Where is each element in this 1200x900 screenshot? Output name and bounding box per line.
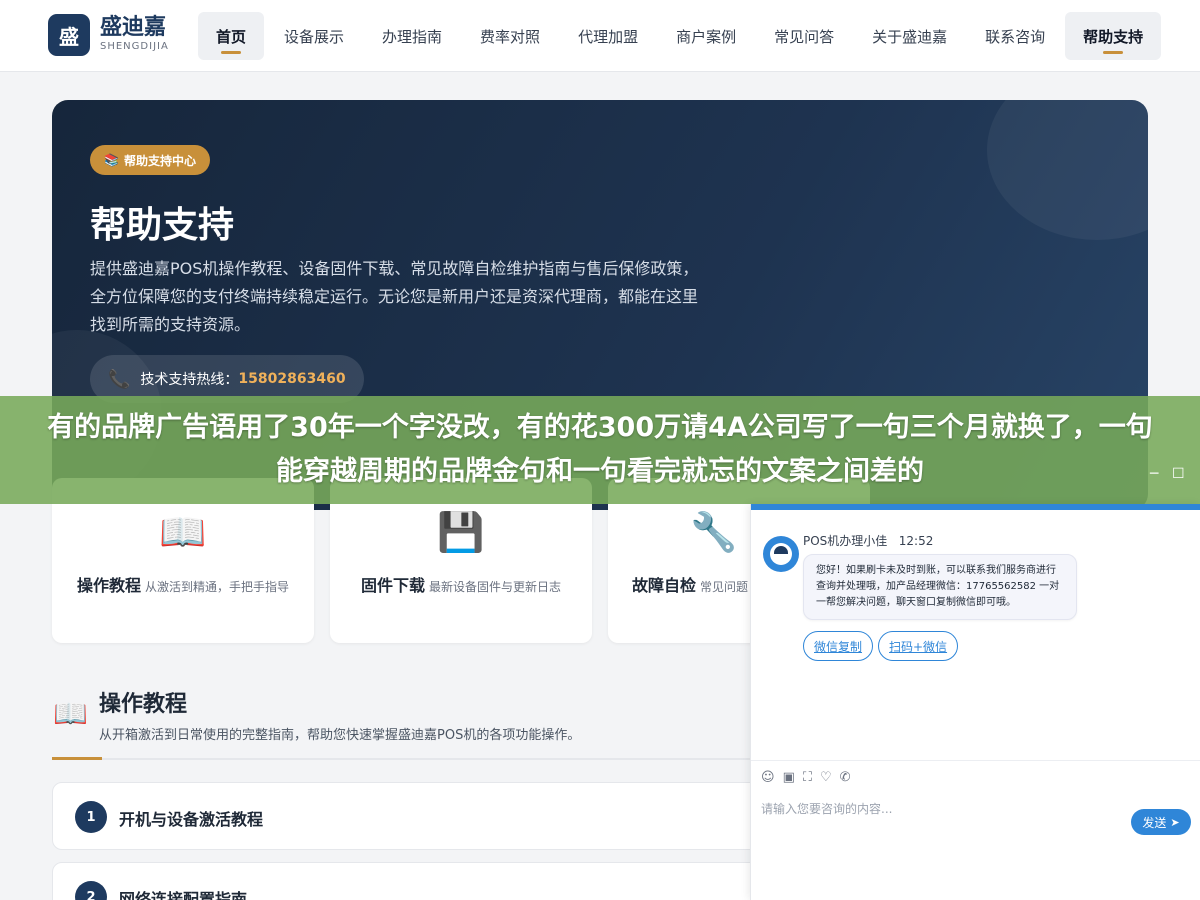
- card-desc: 常见问题: [700, 580, 749, 594]
- chat-header-bar: [751, 504, 1200, 510]
- brand-logo[interactable]: 盛 盛迪嘉 SHENGDIJIA: [48, 14, 169, 56]
- hero-title: 帮助支持: [90, 205, 235, 246]
- phone-icon: 📞: [108, 368, 131, 390]
- message-bubble: 您好！如果刷卡未及时到账，可以联系我们服务商进行查询并处理哦，加产品经理微信：1…: [803, 554, 1077, 620]
- logo-badge: 盛: [48, 14, 90, 56]
- item-title: 开机与设备激活教程: [119, 810, 264, 829]
- section-title: 操作教程: [99, 692, 188, 717]
- hero-badge-label: 帮助支持中心: [123, 153, 196, 168]
- nav-item-faq[interactable]: 常见问答: [756, 12, 852, 60]
- book-icon: 📖: [159, 510, 207, 554]
- floppy-disk-icon: 💾: [437, 510, 485, 554]
- overlay-banner: 有的品牌广告语用了30年一个字没改，有的花300万请4A公司写了一句三个月就换了…: [0, 396, 1200, 504]
- card-title: 故障自检: [632, 576, 697, 595]
- hero-description: 提供盛迪嘉POS机操作教程、设备固件下载、常见故障自检维护指南与售后保修政策，全…: [90, 259, 699, 334]
- section-subtitle: 从开箱激活到日常使用的完整指南，帮助您快速掌握盛迪嘉POS机的各项功能操作。: [99, 728, 581, 743]
- nav-item-rates[interactable]: 费率对照: [462, 12, 558, 60]
- hotline-label: 技术支持热线：: [140, 372, 239, 388]
- section-divider-accent: [52, 757, 102, 760]
- scan-wechat-button[interactable]: 扫码+微信: [878, 631, 959, 661]
- copy-wechat-button[interactable]: 微信复制: [803, 631, 874, 661]
- chat-toolbar: ☺ ▣ ⛶ ♡ ✆: [761, 770, 859, 785]
- hotline-number[interactable]: 15802863460: [238, 371, 345, 387]
- agent-meta: POS机办理小佳 12:52: [803, 532, 933, 549]
- item-number: 2: [75, 881, 107, 900]
- chat-input[interactable]: 请输入您要咨询的内容...: [761, 800, 892, 817]
- brand-name-en: SHENGDIJIA: [100, 41, 169, 52]
- maximize-icon[interactable]: ☐: [1172, 466, 1185, 482]
- screenshot-icon[interactable]: ⛶: [803, 770, 812, 785]
- main-nav: 首页 设备展示 办理指南 费率对照 代理加盟 商户案例 常见问答 关于盛迪嘉 联…: [198, 12, 1163, 60]
- item-title: 网络连接配置指南: [119, 890, 248, 900]
- rating-icon[interactable]: ♡: [820, 770, 832, 785]
- brand-name: 盛迪嘉: [100, 15, 167, 40]
- hero-decor-circle: [987, 100, 1148, 240]
- open-book-icon: 📖: [53, 697, 88, 730]
- image-icon[interactable]: ▣: [783, 770, 795, 785]
- agent-name: POS机办理小佳: [803, 534, 888, 548]
- nav-item-agency[interactable]: 代理加盟: [560, 12, 656, 60]
- card-desc: 从激活到精通，手把手指导: [145, 580, 290, 594]
- card-title: 操作教程: [76, 576, 141, 595]
- card-title: 固件下载: [360, 576, 425, 595]
- nav-item-guide[interactable]: 办理指南: [364, 12, 460, 60]
- card-desc: 最新设备固件与更新日志: [429, 580, 562, 594]
- nav-item-home[interactable]: 首页: [198, 12, 265, 60]
- hero-badge: 📚 帮助支持中心: [90, 145, 210, 175]
- chat-widget: POS机办理小佳 12:52 您好！如果刷卡未及时到账，可以联系我们服务商进行查…: [750, 504, 1200, 900]
- send-label: 发送: [1142, 815, 1167, 830]
- books-icon: 📚: [104, 153, 119, 167]
- message-time: 12:52: [898, 534, 934, 548]
- wechat-icon[interactable]: ✆: [840, 770, 851, 785]
- send-arrow-icon: ➤: [1170, 815, 1180, 829]
- banner-text: 有的品牌广告语用了30年一个字没改，有的花300万请4A公司写了一句三个月就换了…: [47, 412, 1153, 487]
- nav-item-about[interactable]: 关于盛迪嘉: [854, 12, 965, 60]
- site-header: 盛 盛迪嘉 SHENGDIJIA 首页 设备展示 办理指南 费率对照 代理加盟 …: [0, 0, 1200, 72]
- agent-avatar: [763, 536, 799, 572]
- chat-divider: [751, 760, 1200, 761]
- emoji-icon[interactable]: ☺: [761, 770, 775, 785]
- nav-item-cases[interactable]: 商户案例: [658, 12, 754, 60]
- item-number: 1: [75, 801, 107, 833]
- minimize-icon[interactable]: ─: [1150, 466, 1158, 482]
- nav-item-contact[interactable]: 联系咨询: [967, 12, 1063, 60]
- send-button[interactable]: 发送 ➤: [1131, 809, 1191, 835]
- nav-item-devices[interactable]: 设备展示: [266, 12, 362, 60]
- nav-item-help[interactable]: 帮助支持: [1065, 12, 1162, 60]
